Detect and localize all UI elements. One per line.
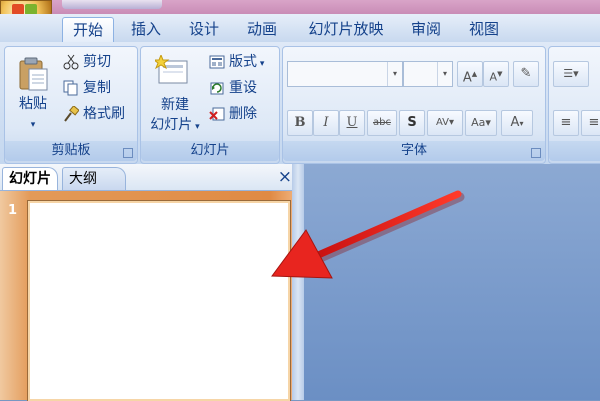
- annotation-arrow: [271, 190, 465, 279]
